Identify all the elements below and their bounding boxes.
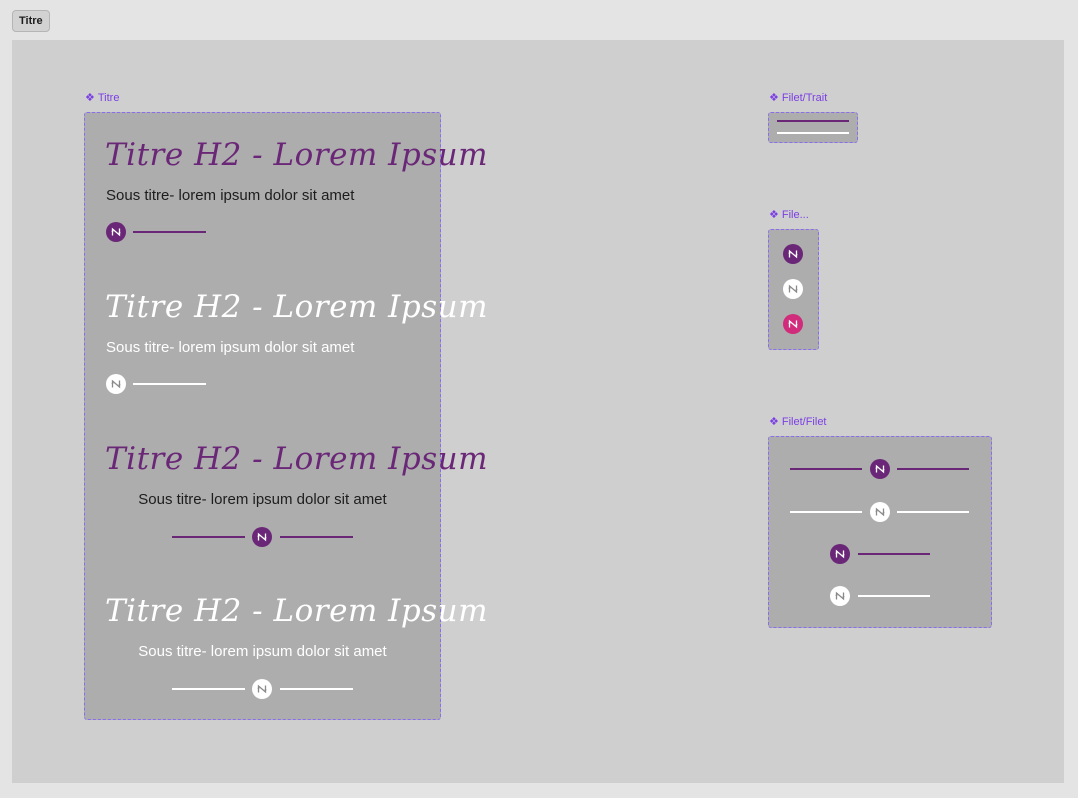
subtitle: Sous titre- lorem ipsum dolor sit amet — [138, 491, 387, 508]
divider-line — [133, 231, 206, 233]
n-monogram-icon — [830, 586, 850, 606]
divider-line — [790, 468, 862, 470]
n-monogram-icon — [870, 459, 890, 479]
component-frame-file[interactable] — [768, 229, 819, 350]
divider-line-white — [777, 132, 849, 134]
component-frame-filet-filet[interactable] — [768, 436, 992, 628]
divider-line — [897, 511, 969, 513]
divider-line — [172, 536, 245, 538]
h2-title: Titre H2 - Lorem Ipsum — [105, 593, 489, 629]
component-diamond-icon: ❖ — [85, 92, 95, 104]
component-name: File... — [781, 209, 809, 221]
component-frame-filet-trait[interactable] — [768, 112, 858, 143]
subtitle: Sous titre- lorem ipsum dolor sit amet — [106, 187, 355, 204]
divider-line-purple — [777, 120, 849, 122]
h2-title: Titre H2 - Lorem Ipsum — [105, 289, 489, 325]
n-monogram-icon-purple — [783, 244, 803, 264]
divider-line — [133, 383, 206, 385]
divider-line — [280, 536, 353, 538]
divider-line — [897, 468, 969, 470]
component-label-file[interactable]: ❖ File... — [769, 209, 809, 221]
divider-line — [858, 595, 930, 597]
component-label-filet-trait[interactable]: ❖ Filet/Trait — [769, 92, 827, 104]
component-name: Filet/Trait — [781, 92, 828, 104]
component-frame-titre[interactable]: Titre H2 - Lorem Ipsum Sous titre- lorem… — [84, 112, 488, 720]
n-monogram-icon-magenta — [783, 314, 803, 334]
design-canvas[interactable]: ❖ Titre Titre H2 - Lorem Ipsum Sous titre… — [12, 40, 1064, 783]
component-label-filet-filet[interactable]: ❖ Filet/Filet — [769, 416, 827, 428]
component-name: Filet/Filet — [781, 416, 827, 428]
component-name: Titre — [97, 92, 120, 104]
divider-line — [858, 553, 930, 555]
subtitle: Sous titre- lorem ipsum dolor sit amet — [106, 339, 355, 356]
n-monogram-icon — [106, 374, 126, 394]
n-monogram-icon — [252, 679, 272, 699]
page-tab-titre[interactable]: Titre — [12, 10, 50, 32]
n-monogram-icon-white — [783, 279, 803, 299]
n-monogram-icon — [830, 544, 850, 564]
h2-title: Titre H2 - Lorem Ipsum — [105, 137, 489, 173]
component-diamond-icon: ❖ — [769, 209, 779, 221]
h2-title: Titre H2 - Lorem Ipsum — [105, 441, 489, 477]
n-monogram-icon — [252, 527, 272, 547]
divider-line — [172, 688, 245, 690]
component-label-titre[interactable]: ❖ Titre — [85, 92, 119, 104]
n-monogram-icon — [870, 502, 890, 522]
n-monogram-icon — [106, 222, 126, 242]
component-diamond-icon: ❖ — [769, 416, 779, 428]
divider-line — [790, 511, 862, 513]
divider-line — [280, 688, 353, 690]
subtitle: Sous titre- lorem ipsum dolor sit amet — [138, 643, 387, 660]
component-diamond-icon: ❖ — [769, 92, 779, 104]
